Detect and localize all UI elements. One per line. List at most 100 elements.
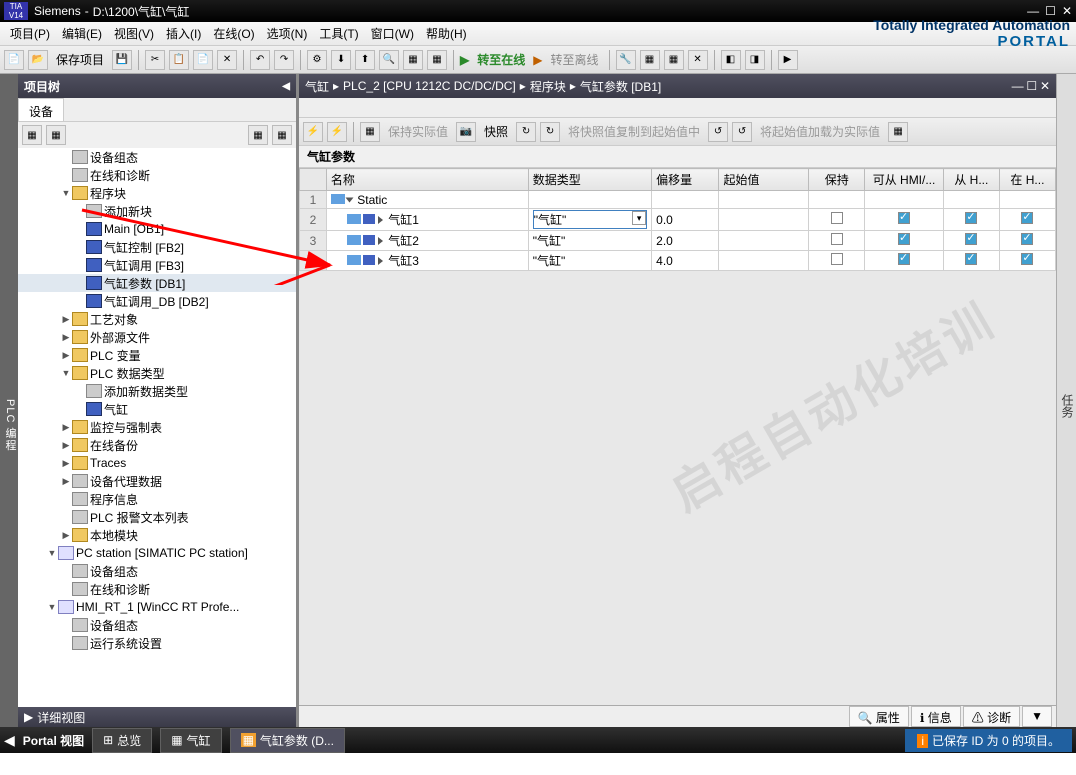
close-icon[interactable]: ✕ — [1062, 4, 1072, 18]
etb1-icon[interactable]: ⚡ — [303, 122, 323, 142]
upload-icon[interactable]: ⬆ — [355, 50, 375, 70]
expand-icon[interactable]: ▶ — [24, 710, 33, 724]
go-online-button[interactable]: 转至在线 — [473, 51, 529, 68]
db-row[interactable]: 气缸3 "气缸" 4.0 — [300, 251, 1056, 271]
paste-icon[interactable]: 📄 — [193, 50, 213, 70]
menu-window[interactable]: 窗口(W) — [367, 23, 418, 44]
tree-tool3-icon[interactable]: ▦ — [248, 125, 268, 145]
tasks-side-tab[interactable]: 任务 — [1056, 74, 1076, 727]
plc-programming-tab[interactable]: PLC 编程 — [0, 74, 18, 727]
tb-icon-g[interactable]: ▶ — [778, 50, 798, 70]
load-start-button[interactable]: 将起始值加载为实际值 — [756, 123, 884, 140]
etb3-icon[interactable]: ▦ — [360, 122, 380, 142]
maximize-icon[interactable]: ☐ — [1045, 4, 1056, 18]
tab-qigang[interactable]: ▦气缸 — [160, 728, 221, 753]
db-grid[interactable]: 启程自动化培训 名称数据类型偏移量起始值保持可从 HMI/...从 H...在 … — [299, 168, 1056, 705]
save-icon[interactable]: 💾 — [112, 50, 132, 70]
editor-min-icon[interactable]: — — [1012, 79, 1024, 93]
db-row[interactable]: 2 气缸1 "气缸"▾ 0.0 — [300, 209, 1056, 231]
tree-item[interactable]: 气缸参数 [DB1] — [18, 274, 296, 292]
tree-tool1-icon[interactable]: ▦ — [22, 125, 42, 145]
snapshot-icon[interactable]: 📷 — [456, 122, 476, 142]
properties-tab[interactable]: 🔍 属性 — [849, 706, 909, 727]
tree-item[interactable]: 设备组态 — [18, 562, 296, 580]
detail-view-header[interactable]: ▶ 详细视图 — [18, 707, 296, 727]
devices-tab[interactable]: 设备 — [18, 98, 64, 121]
tree-item[interactable]: ▼PLC 数据类型 — [18, 364, 296, 382]
tree-item[interactable]: PLC 报警文本列表 — [18, 508, 296, 526]
editor-close-icon[interactable]: ✕ — [1040, 79, 1050, 93]
compile-icon[interactable]: ⚙ — [307, 50, 327, 70]
tree-item[interactable]: ▶在线备份 — [18, 436, 296, 454]
tree-item[interactable]: 添加新数据类型 — [18, 382, 296, 400]
tree-item[interactable]: ▼HMI_RT_1 [WinCC RT Profe... — [18, 598, 296, 616]
go-online-icon[interactable]: ▶ — [460, 53, 469, 67]
tree-item[interactable]: ▶PLC 变量 — [18, 346, 296, 364]
diagnostics-tab[interactable]: ⚠ 诊断 — [963, 706, 1020, 727]
tree-item[interactable]: 程序信息 — [18, 490, 296, 508]
menu-insert[interactable]: 插入(I) — [162, 23, 205, 44]
tree-item[interactable]: ▼程序块 — [18, 184, 296, 202]
tool2-icon[interactable]: ▦ — [427, 50, 447, 70]
tree-item[interactable]: Main [OB1] — [18, 220, 296, 238]
open-project-icon[interactable]: 📂 — [28, 50, 48, 70]
cut-icon[interactable]: ✂ — [145, 50, 165, 70]
editor-max-icon[interactable]: ☐ — [1026, 79, 1037, 93]
etb4-icon[interactable]: ↻ — [516, 122, 536, 142]
bc-root[interactable]: 气缸 — [305, 78, 329, 95]
search-icon[interactable]: 🔍 — [379, 50, 399, 70]
delete-icon[interactable]: ✕ — [217, 50, 237, 70]
tree-item[interactable]: 气缸控制 [FB2] — [18, 238, 296, 256]
save-project-button[interactable]: 保存项目 — [52, 51, 108, 68]
tab-overview[interactable]: ⊞总览 — [92, 728, 152, 753]
menu-online[interactable]: 在线(O) — [209, 23, 258, 44]
tree-item[interactable]: 运行系统设置 — [18, 634, 296, 652]
new-project-icon[interactable]: 📄 — [4, 50, 24, 70]
tb-icon-d[interactable]: ✕ — [688, 50, 708, 70]
redo-icon[interactable]: ↷ — [274, 50, 294, 70]
tree-item[interactable]: ▶工艺对象 — [18, 310, 296, 328]
etb2-icon[interactable]: ⚡ — [327, 122, 347, 142]
menu-options[interactable]: 选项(N) — [263, 23, 312, 44]
copy-snapshot-button[interactable]: 将快照值复制到起始值中 — [564, 123, 704, 140]
portal-view-button[interactable]: Portal 视图 — [23, 732, 84, 749]
bc-blocks[interactable]: 程序块 — [530, 78, 566, 95]
tool-icon[interactable]: ▦ — [403, 50, 423, 70]
tb-icon-f[interactable]: ◨ — [745, 50, 765, 70]
etb7-icon[interactable]: ↺ — [732, 122, 752, 142]
etb5-icon[interactable]: ↻ — [540, 122, 560, 142]
tree-item[interactable]: 设备组态 — [18, 148, 296, 166]
tree-item[interactable]: 设备组态 — [18, 616, 296, 634]
tree-tool4-icon[interactable]: ▦ — [272, 125, 292, 145]
tree-item[interactable]: ▶设备代理数据 — [18, 472, 296, 490]
snapshot-button[interactable]: 快照 — [480, 123, 512, 140]
portal-back-icon[interactable]: ◀ — [4, 732, 15, 749]
retain-actual-button[interactable]: 保持实际值 — [384, 123, 452, 140]
etb8-icon[interactable]: ▦ — [888, 122, 908, 142]
tree-item[interactable]: ▶Traces — [18, 454, 296, 472]
tb-icon-b[interactable]: ▦ — [640, 50, 660, 70]
panel-collapse-icon[interactable]: ◀ — [282, 81, 290, 92]
tb-icon-e[interactable]: ◧ — [721, 50, 741, 70]
bc-db[interactable]: 气缸参数 [DB1] — [580, 78, 661, 95]
db-row[interactable]: 1 Static — [300, 191, 1056, 209]
etb6-icon[interactable]: ↺ — [708, 122, 728, 142]
tree-tool2-icon[interactable]: ▦ — [46, 125, 66, 145]
tree-item[interactable]: ▶外部源文件 — [18, 328, 296, 346]
info-tab[interactable]: ℹ 信息 — [911, 706, 961, 727]
tb-icon-c[interactable]: ▦ — [664, 50, 684, 70]
tree-item[interactable]: ▶监控与强制表 — [18, 418, 296, 436]
copy-icon[interactable]: 📋 — [169, 50, 189, 70]
menu-help[interactable]: 帮助(H) — [422, 23, 471, 44]
go-offline-icon[interactable]: ▶ — [533, 53, 542, 67]
menu-project[interactable]: 项目(P) — [6, 23, 54, 44]
db-row[interactable]: 3 气缸2 "气缸" 2.0 — [300, 231, 1056, 251]
tb-icon-a[interactable]: 🔧 — [616, 50, 636, 70]
tree-item[interactable]: 在线和诊断 — [18, 580, 296, 598]
tree-item[interactable]: 气缸 — [18, 400, 296, 418]
tree-item[interactable]: ▼PC station [SIMATIC PC station] — [18, 544, 296, 562]
tab-qigang-param[interactable]: ▦气缸参数 (D... — [230, 728, 345, 753]
menu-view[interactable]: 视图(V) — [110, 23, 158, 44]
download-icon[interactable]: ⬇ — [331, 50, 351, 70]
props-collapse-icon[interactable]: ▼ — [1022, 706, 1052, 727]
